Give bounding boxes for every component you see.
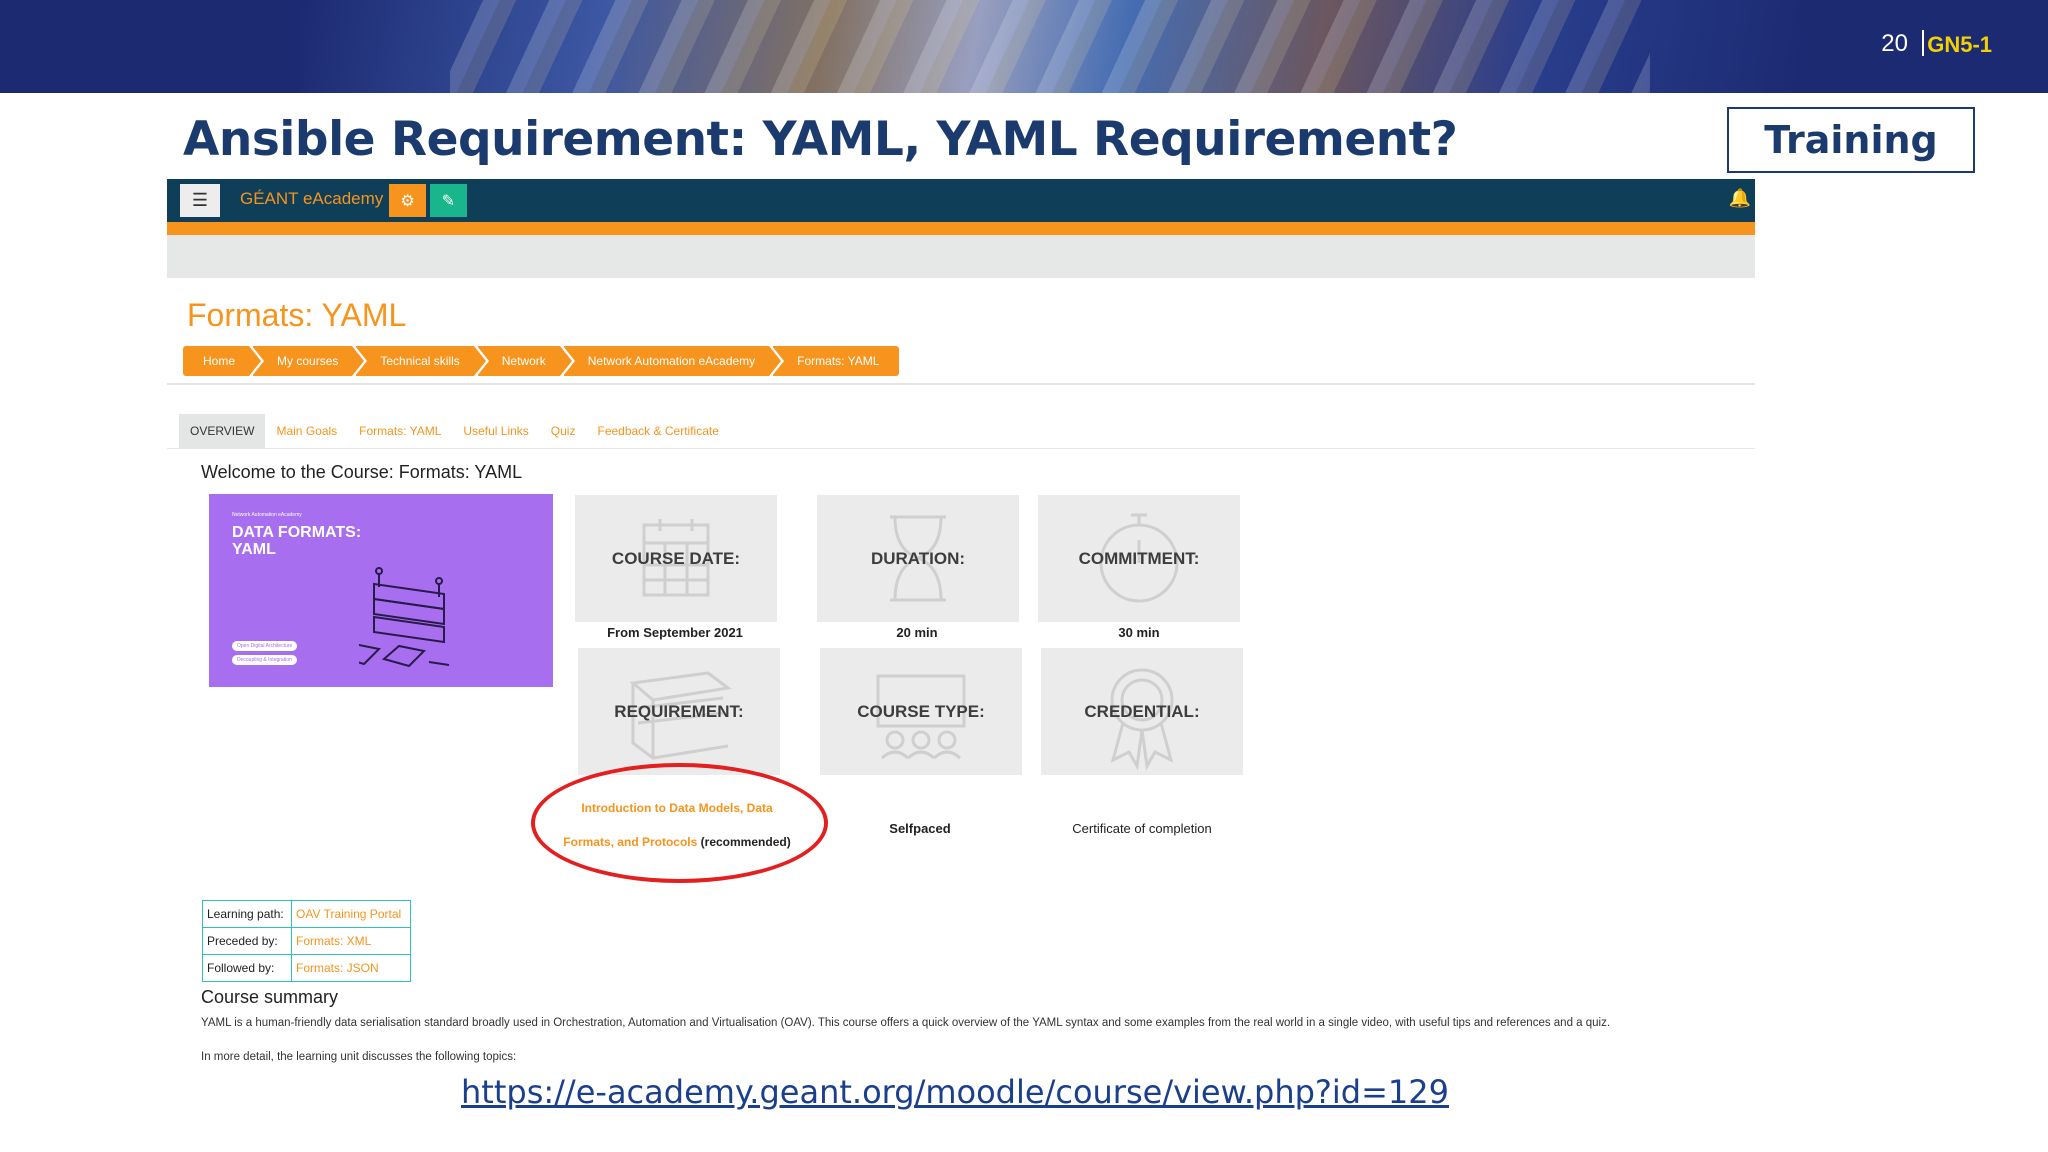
training-tag: Training: [1727, 107, 1975, 173]
slide-title: Ansible Requirement: YAML, YAML Requirem…: [183, 112, 1458, 167]
table-row: Followed by: Formats: JSON: [202, 954, 411, 982]
course-page-screenshot: ☰ GÉANT eAcademy ⚙ ✎ 🔔 Formats: YAML Hom…: [167, 179, 1755, 1065]
table-key: Learning path:: [202, 900, 292, 928]
course-type-label: COURSE TYPE:: [857, 701, 985, 721]
breadcrumb-formats-yaml[interactable]: Formats: YAML: [773, 346, 900, 376]
server-illustration-icon: [359, 567, 450, 668]
course-type-card: COURSE TYPE:: [820, 648, 1022, 775]
commitment-value: 30 min: [1118, 625, 1160, 640]
banner-title-line2: YAML: [232, 541, 276, 558]
commitment-label: COMMITMENT:: [1078, 548, 1200, 568]
banner-title-line1: DATA FORMATS:: [232, 524, 362, 541]
banner-pill: Decoupling & Integration: [232, 655, 297, 665]
gears-icon: ⚙: [400, 192, 415, 210]
table-row: Preceded by: Formats: XML: [202, 927, 411, 955]
tab-main-goals[interactable]: Main Goals: [265, 414, 348, 448]
course-path-table: Learning path: OAV Training Portal Prece…: [202, 900, 411, 982]
notifications-bell-icon[interactable]: 🔔: [1729, 188, 1751, 209]
welcome-heading: Welcome to the Course: Formats: YAML: [201, 462, 523, 482]
tab-quiz[interactable]: Quiz: [540, 414, 587, 448]
table-link[interactable]: Formats: XML: [291, 927, 411, 955]
credential-label: CREDENTIAL:: [1084, 701, 1200, 721]
course-type-value: Selfpaced: [889, 821, 951, 836]
breadcrumb-network-automation[interactable]: Network Automation eAcademy: [563, 346, 785, 376]
grey-header-bar: [167, 235, 1755, 278]
table-row: Learning path: OAV Training Portal: [202, 900, 411, 928]
summary-more-text: In more detail, the learning unit discus…: [201, 1051, 517, 1063]
tab-overview[interactable]: OVERVIEW: [179, 414, 266, 448]
commitment-card: COMMITMENT:: [1038, 495, 1240, 622]
tab-useful-links[interactable]: Useful Links: [452, 414, 539, 448]
banner-pill: Open Digital Architecture: [232, 641, 298, 651]
banner-title: DATA FORMATS: YAML: [232, 524, 361, 558]
banner-small-label: Network Automation eAcademy: [232, 512, 302, 518]
requirement-label: REQUIREMENT:: [614, 701, 744, 721]
divider: [167, 383, 1755, 385]
tab-feedback-certificate[interactable]: Feedback & Certificate: [586, 414, 729, 448]
course-date-card: COURSE DATE:: [575, 495, 777, 622]
slide-header-band: [0, 0, 2048, 93]
breadcrumb-technical-skills[interactable]: Technical skills: [356, 346, 490, 376]
hamburger-icon: ☰: [191, 190, 209, 210]
breadcrumb: Home My courses Technical skills Network…: [183, 346, 903, 376]
settings-button[interactable]: ⚙: [389, 184, 426, 217]
course-url-link[interactable]: https://e-academy.geant.org/moodle/cours…: [0, 1073, 1910, 1111]
menu-toggle-button[interactable]: ☰: [180, 184, 220, 217]
header-light-rays-overlay: [450, 0, 1650, 93]
course-banner-image: Network Automation eAcademy DATA FORMATS…: [209, 494, 553, 687]
breadcrumb-my-courses[interactable]: My courses: [253, 346, 368, 376]
credential-card: CREDENTIAL:: [1041, 648, 1243, 775]
breadcrumb-network[interactable]: Network: [477, 346, 575, 376]
site-brand-link[interactable]: GÉANT eAcademy: [240, 189, 383, 209]
table-key: Followed by:: [202, 954, 292, 982]
summary-text: YAML is a human-friendly data serialisat…: [201, 1017, 1611, 1029]
orange-accent-bar: [167, 222, 1755, 235]
summary-heading: Course summary: [201, 987, 339, 1007]
credential-value: Certificate of completion: [1072, 821, 1212, 836]
red-highlight-circle: [531, 763, 828, 883]
duration-label: DURATION:: [870, 548, 966, 568]
table-link[interactable]: OAV Training Portal: [291, 900, 411, 928]
duration-value: 20 min: [896, 625, 938, 640]
course-tabs: OVERVIEW Main Goals Formats: YAML Useful…: [179, 414, 730, 448]
edit-icon: ✎: [441, 192, 456, 210]
slide-page-number: 20: [1881, 30, 1908, 57]
breadcrumb-home[interactable]: Home: [183, 346, 265, 376]
edit-button[interactable]: ✎: [430, 184, 467, 217]
header-separator: [1922, 30, 1924, 56]
table-link[interactable]: Formats: JSON: [291, 954, 411, 982]
table-key: Preceded by:: [202, 927, 292, 955]
tab-formats-yaml[interactable]: Formats: YAML: [348, 414, 452, 448]
requirement-card: REQUIREMENT:: [578, 648, 780, 775]
course-title: Formats: YAML: [187, 297, 407, 333]
duration-card: DURATION:: [817, 495, 1019, 622]
top-navbar: ☰ GÉANT eAcademy ⚙ ✎ 🔔: [167, 179, 1755, 222]
course-date-label: COURSE DATE:: [611, 548, 741, 568]
slide-code: GN5-1: [1927, 32, 1992, 57]
divider: [167, 448, 1755, 449]
course-date-value: From September 2021: [607, 625, 743, 640]
